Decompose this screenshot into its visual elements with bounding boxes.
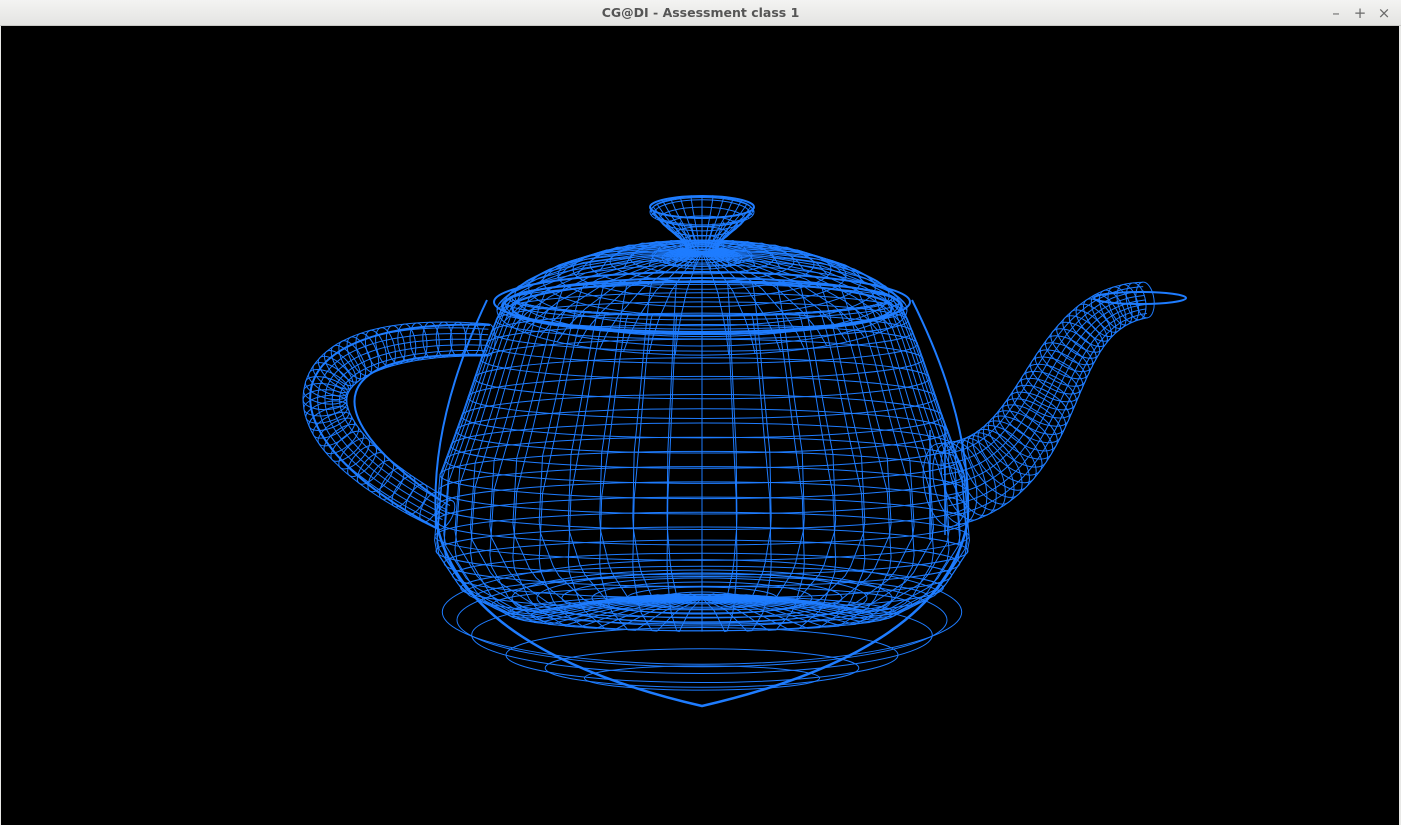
render-viewport[interactable] [1,26,1399,824]
window-title: CG@DI - Assessment class 1 [601,5,800,20]
teapot-wireframe [302,194,1187,708]
application-window: CG@DI - Assessment class 1 – + × [0,0,1401,825]
minimize-button[interactable]: – [1326,3,1346,23]
maximize-button[interactable]: + [1350,3,1370,23]
close-button[interactable]: × [1374,3,1394,23]
title-bar[interactable]: CG@DI - Assessment class 1 – + × [0,0,1401,26]
